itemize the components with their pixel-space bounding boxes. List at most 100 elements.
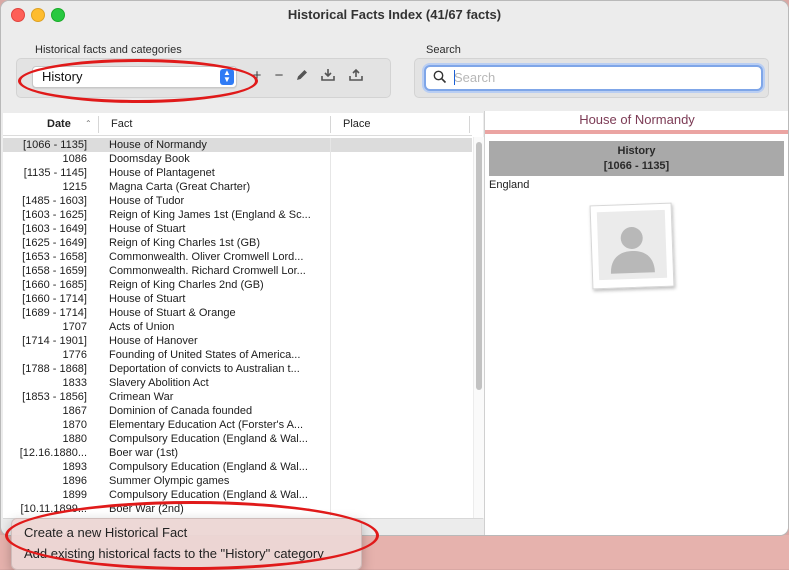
cell-date: 1870 xyxy=(62,419,87,431)
minus-icon[interactable]: − xyxy=(271,67,287,85)
facts-table[interactable]: Date ⌃ Fact Place [1066 - 1135] House of … xyxy=(3,113,484,518)
column-separator xyxy=(330,264,331,278)
cell-date: 1086 xyxy=(62,153,87,165)
cell-fact: Summer Olympic games xyxy=(109,475,230,487)
cell-fact: Crimean War xyxy=(109,391,174,403)
cell-fact: Elementary Education Act (Forster's A... xyxy=(109,419,304,431)
column-separator xyxy=(330,208,331,222)
table-row[interactable]: 1776 Founding of United States of America… xyxy=(3,348,472,362)
table-row[interactable]: [1485 - 1603] House of Tudor xyxy=(3,194,472,208)
column-header-place[interactable]: Place xyxy=(343,118,371,130)
table-row[interactable]: 1880 Compulsory Education (England & Wal.… xyxy=(3,432,472,446)
column-divider[interactable] xyxy=(98,116,99,133)
cell-fact: Boer war (1st) xyxy=(109,447,179,459)
table-row[interactable]: 1867 Dominion of Canada founded xyxy=(3,404,472,418)
table-row[interactable]: [1660 - 1685] Reign of King Charles 2nd (… xyxy=(3,278,472,292)
cell-fact: Slavery Abolition Act xyxy=(109,377,209,389)
export-icon[interactable] xyxy=(348,68,364,82)
import-icon[interactable] xyxy=(320,68,336,82)
table-row[interactable]: [1135 - 1145] House of Plantagenet xyxy=(3,166,472,180)
column-separator xyxy=(330,278,331,292)
vertical-scrollbar[interactable] xyxy=(473,137,484,518)
table-row[interactable]: [1603 - 1625] Reign of King James 1st (En… xyxy=(3,208,472,222)
context-menu: Create a new Historical Fact Add existin… xyxy=(11,518,362,570)
cell-fact: Reign of King James 1st (England & Sc... xyxy=(109,209,311,221)
cell-fact: Commonwealth. Oliver Cromwell Lord... xyxy=(109,251,304,263)
menu-item-create-fact[interactable]: Create a new Historical Fact xyxy=(24,525,187,540)
table-row[interactable]: 1899 Compulsory Education (England & Wal.… xyxy=(3,488,472,502)
table-row[interactable]: 1086 Doomsday Book xyxy=(3,152,472,166)
column-separator xyxy=(330,390,331,404)
cell-date: 1707 xyxy=(62,321,87,333)
table-row[interactable]: [1658 - 1659] Commonwealth. Richard Cromw… xyxy=(3,264,472,278)
photo-placeholder xyxy=(596,209,668,281)
cell-date: 1880 xyxy=(62,433,87,445)
cell-fact: Reign of King Charles 2nd (GB) xyxy=(109,279,264,291)
table-row[interactable]: 1870 Elementary Education Act (Forster's … xyxy=(3,418,472,432)
table-row[interactable]: [1066 - 1135] House of Normandy xyxy=(3,138,472,152)
column-separator xyxy=(330,138,331,152)
column-separator xyxy=(330,474,331,488)
table-row[interactable]: [1714 - 1901] House of Hanover xyxy=(3,334,472,348)
table-row[interactable]: [1689 - 1714] House of Stuart & Orange xyxy=(3,306,472,320)
table-row[interactable]: [1660 - 1714] House of Stuart xyxy=(3,292,472,306)
menu-item-add-existing-facts[interactable]: Add existing historical facts to the "Hi… xyxy=(24,546,324,561)
cell-date: [1066 - 1135] xyxy=(22,139,87,151)
table-row[interactable]: 1896 Summer Olympic games xyxy=(3,474,472,488)
cell-fact: House of Stuart xyxy=(109,293,186,305)
photo-frame[interactable] xyxy=(589,202,675,290)
column-separator xyxy=(330,362,331,376)
cell-date: 1896 xyxy=(62,475,87,487)
table-row[interactable]: [10.11.1899... Boer War (2nd) xyxy=(3,502,472,516)
cell-date: [1788 - 1868] xyxy=(22,363,87,375)
cell-fact: Compulsory Education (England & Wal... xyxy=(109,433,308,445)
table-row[interactable]: 1833 Slavery Abolition Act xyxy=(3,376,472,390)
detail-title: House of Normandy xyxy=(579,112,695,127)
plus-icon[interactable]: + xyxy=(249,67,265,85)
category-popup[interactable]: History ▲ ▼ xyxy=(32,66,237,88)
cell-fact: Deportation of convicts to Australian t.… xyxy=(109,363,300,375)
column-separator xyxy=(330,320,331,334)
cell-fact: House of Plantagenet xyxy=(109,167,215,179)
cell-fact: Doomsday Book xyxy=(109,153,190,165)
search-label: Search xyxy=(426,44,461,56)
column-separator xyxy=(330,250,331,264)
column-separator xyxy=(330,488,331,502)
pencil-icon[interactable] xyxy=(295,68,309,82)
table-row[interactable]: [12.16.1880... Boer war (1st) xyxy=(3,446,472,460)
category-badge: History [1066 - 1135] xyxy=(489,141,784,176)
column-separator xyxy=(330,166,331,180)
search-icon xyxy=(433,70,447,84)
cell-fact: Reign of King Charles 1st (GB) xyxy=(109,237,261,249)
table-row[interactable]: [1788 - 1868] Deportation of convicts to … xyxy=(3,362,472,376)
search-input[interactable] xyxy=(454,68,749,86)
table-row[interactable]: [1625 - 1649] Reign of King Charles 1st (… xyxy=(3,236,472,250)
column-divider[interactable] xyxy=(330,116,331,133)
column-header-date[interactable]: Date xyxy=(47,118,71,130)
cell-date: [1625 - 1649] xyxy=(22,237,87,249)
detail-category: History xyxy=(617,145,656,157)
table-row[interactable]: [1603 - 1649] House of Stuart xyxy=(3,222,472,236)
column-header-fact[interactable]: Fact xyxy=(111,118,132,130)
cell-fact: Magna Carta (Great Charter) xyxy=(109,181,251,193)
search-field[interactable] xyxy=(424,65,763,91)
column-separator xyxy=(330,502,331,516)
table-row[interactable]: [1853 - 1856] Crimean War xyxy=(3,390,472,404)
table-row[interactable]: [1653 - 1658] Commonwealth. Oliver Cromwe… xyxy=(3,250,472,264)
column-separator xyxy=(330,334,331,348)
cell-fact: House of Tudor xyxy=(109,195,185,207)
cell-date: [1135 - 1145] xyxy=(23,167,87,179)
cell-fact: House of Normandy xyxy=(109,139,207,151)
cell-fact: Commonwealth. Richard Cromwell Lor... xyxy=(109,265,306,277)
detail-title-underline xyxy=(485,130,788,134)
cell-fact: Compulsory Education (England & Wal... xyxy=(109,461,308,473)
category-popup-value: History xyxy=(42,69,83,84)
cell-date: [1485 - 1603] xyxy=(22,195,87,207)
scrollbar-thumb[interactable] xyxy=(476,142,482,390)
cell-fact: Compulsory Education (England & Wal... xyxy=(109,489,308,501)
table-row[interactable]: 1215 Magna Carta (Great Charter) xyxy=(3,180,472,194)
column-divider[interactable] xyxy=(469,116,470,133)
cell-date: 1833 xyxy=(62,377,87,389)
table-row[interactable]: 1893 Compulsory Education (England & Wal.… xyxy=(3,460,472,474)
table-row[interactable]: 1707 Acts of Union xyxy=(3,320,472,334)
